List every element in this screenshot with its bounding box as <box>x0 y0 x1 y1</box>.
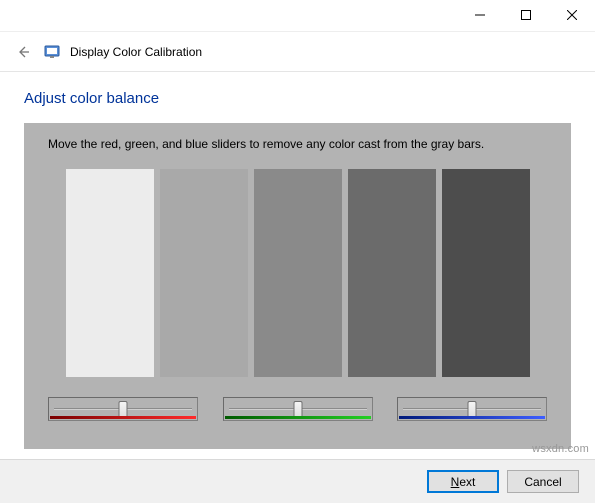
blue-slider[interactable] <box>397 397 547 421</box>
watermark: wsxdn.com <box>532 443 589 455</box>
content-area: Adjust color balance Move the red, green… <box>0 72 595 449</box>
maximize-button[interactable] <box>503 0 549 30</box>
red-slider[interactable] <box>48 397 198 421</box>
next-button[interactable]: Next <box>427 470 499 493</box>
slider-track <box>403 402 541 416</box>
gray-bar-5 <box>442 169 530 377</box>
slider-track <box>54 402 192 416</box>
blue-tint-indicator <box>399 416 545 419</box>
close-icon <box>567 10 577 20</box>
minimize-button[interactable] <box>457 0 503 30</box>
back-button[interactable] <box>12 41 34 63</box>
slider-track <box>229 402 367 416</box>
minimize-icon <box>475 10 485 20</box>
back-arrow-icon <box>15 44 31 60</box>
gray-bars <box>42 169 553 377</box>
page-heading: Adjust color balance <box>24 90 571 107</box>
gray-bar-1 <box>66 169 154 377</box>
header: Display Color Calibration <box>0 32 595 72</box>
sliders-row <box>42 397 553 421</box>
title-bar <box>0 0 595 32</box>
gray-bar-4 <box>348 169 436 377</box>
cancel-button[interactable]: Cancel <box>507 470 579 493</box>
instruction-text: Move the red, green, and blue sliders to… <box>42 137 553 151</box>
next-label-post: ext <box>459 475 475 489</box>
button-bar: Next Cancel <box>0 459 595 503</box>
red-tint-indicator <box>50 416 196 419</box>
close-button[interactable] <box>549 0 595 30</box>
green-tint-indicator <box>225 416 371 419</box>
maximize-icon <box>521 10 531 20</box>
app-icon <box>44 44 60 60</box>
gray-bar-3 <box>254 169 342 377</box>
calibration-panel: Move the red, green, and blue sliders to… <box>24 123 571 449</box>
green-slider[interactable] <box>223 397 373 421</box>
app-title: Display Color Calibration <box>70 45 202 59</box>
gray-bar-2 <box>160 169 248 377</box>
